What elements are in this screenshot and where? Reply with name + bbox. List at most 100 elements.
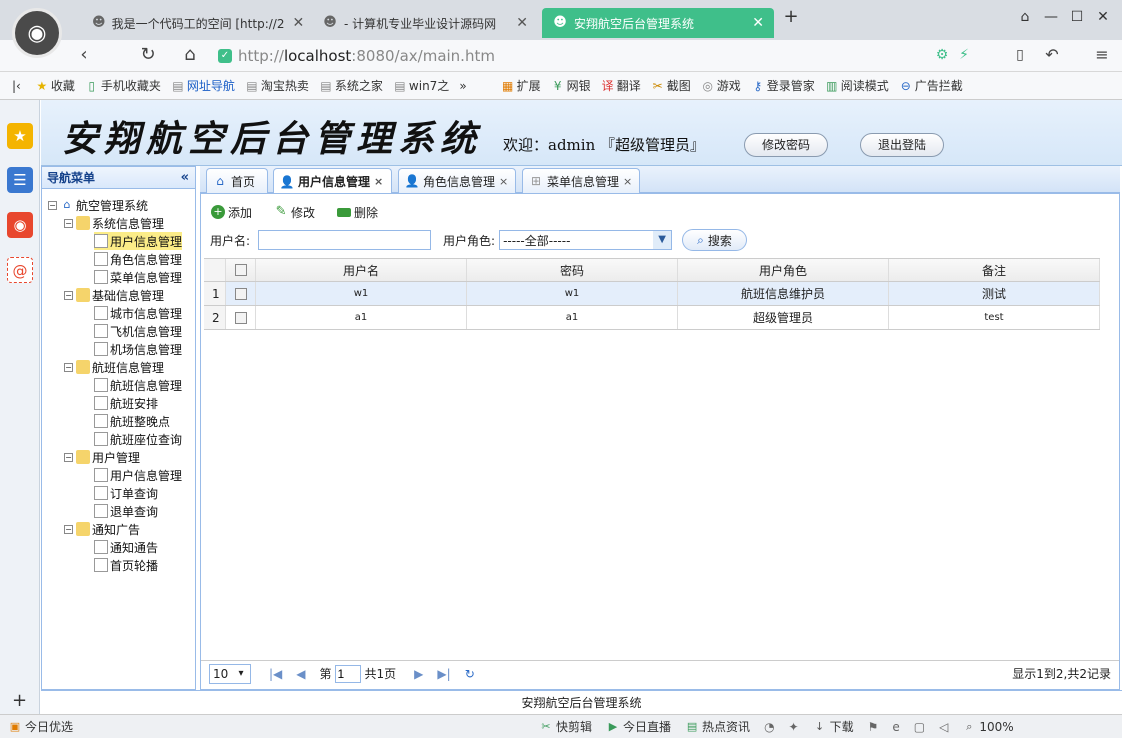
add-button[interactable]: + 添加	[211, 204, 252, 221]
page-size-select[interactable]: 10 ▾	[209, 663, 251, 684]
list-icon[interactable]: ☰	[7, 167, 33, 193]
browser-tab[interactable]: ☻ - 计算机专业毕业设计源码网 ✕	[312, 8, 538, 38]
undo-icon[interactable]: ↶	[1040, 43, 1064, 67]
delete-button[interactable]: 删除	[337, 204, 378, 221]
tree-item[interactable]: 角色信息管理	[94, 250, 182, 268]
bookmark-item[interactable]: ★ 收藏	[35, 77, 74, 94]
toolbar-item[interactable]: ◎ 游戏	[701, 77, 740, 94]
bookmark-item[interactable]: ▤ win7之	[393, 77, 449, 94]
username-input[interactable]	[258, 230, 432, 250]
tree-item[interactable]: 用户信息管理	[94, 466, 182, 484]
sidebar-toggle-icon[interactable]: |‹	[12, 79, 21, 93]
toolbar-item[interactable]: ⊖ 广告拦截	[899, 77, 963, 94]
tree-item[interactable]: 通知通告	[94, 538, 158, 556]
tree-item[interactable]: 航班信息管理	[94, 376, 182, 394]
status-item[interactable]: ▤ 热点资讯	[685, 718, 750, 735]
volume-icon[interactable]: ◁	[939, 720, 948, 734]
speed-icon[interactable]: ⚙	[930, 43, 954, 67]
add-icon[interactable]: +	[12, 690, 27, 711]
toolbar-item[interactable]: ▥ 阅读模式	[825, 77, 889, 94]
browser-avatar-icon[interactable]: ◉	[12, 8, 62, 58]
tree-item[interactable]: 菜单信息管理	[94, 268, 182, 286]
column-header-role[interactable]: 用户角色	[678, 259, 889, 281]
toolbar-item[interactable]: ✂ 截图	[651, 77, 691, 94]
lightning-icon[interactable]: ⚡	[952, 43, 976, 67]
flag-icon[interactable]: ⚑	[868, 720, 879, 734]
bookmark-item[interactable]: ▤ 网址导航	[171, 77, 235, 94]
window-icon[interactable]: ▢	[914, 720, 925, 734]
status-item[interactable]: ↓ 下载	[813, 718, 854, 735]
edit-button[interactable]: ✎ 修改	[274, 204, 315, 221]
next-page-icon[interactable]: ▶	[414, 667, 423, 681]
bookmark-item[interactable]: ▯ 手机收藏夹	[85, 77, 161, 94]
tree-group[interactable]: − 通知广告	[64, 520, 140, 538]
ie-icon[interactable]: e	[892, 720, 899, 734]
collapse-toggle-icon[interactable]: −	[64, 290, 73, 300]
column-header-password[interactable]: 密码	[467, 259, 678, 281]
toolbar-item[interactable]: 译翻译	[601, 77, 641, 94]
close-icon[interactable]: ×	[499, 175, 508, 188]
first-page-icon[interactable]: |◀	[269, 667, 282, 681]
tree-item[interactable]: 航班整晚点	[94, 412, 170, 430]
table-row[interactable]: 2 a1 a1 超级管理员 test	[204, 306, 1100, 330]
tree-item[interactable]: 城市信息管理	[94, 304, 182, 322]
search-button[interactable]: ⌕ 搜索	[682, 229, 747, 251]
close-icon[interactable]: ×	[623, 175, 632, 188]
tab-role-info[interactable]: 👤 角色信息管理 ×	[398, 168, 516, 193]
tree-item[interactable]: 订单查询	[94, 484, 158, 502]
tree-item[interactable]: 航班座位查询	[94, 430, 182, 448]
collapse-toggle-icon[interactable]: −	[64, 452, 73, 462]
mail-icon[interactable]: @	[7, 257, 33, 283]
close-icon[interactable]: ✕	[508, 15, 528, 31]
home-icon[interactable]: ⌂	[178, 43, 202, 67]
collapse-toggle-icon[interactable]: −	[64, 524, 73, 534]
weibo-icon[interactable]: ◉	[7, 212, 33, 238]
bookmark-item[interactable]: ▤ 系统之家	[319, 77, 383, 94]
menu-icon[interactable]: ≡	[1090, 43, 1114, 67]
prev-page-icon[interactable]: ◀	[296, 667, 305, 681]
browser-tab-active[interactable]: ☻ 安翔航空后台管理系统 ✕	[542, 8, 774, 38]
tab-home[interactable]: ⌂ 首页	[206, 168, 268, 193]
skin-icon[interactable]: ⌂	[1014, 6, 1036, 28]
bookmark-item[interactable]: ▤ 淘宝热卖	[245, 77, 309, 94]
timer-icon[interactable]: ◔	[764, 720, 774, 734]
toolbar-item[interactable]: ¥ 网银	[551, 77, 591, 94]
collapse-toggle-icon[interactable]: −	[48, 200, 57, 210]
row-checkbox[interactable]	[226, 282, 256, 305]
zoom-control[interactable]: ⌕ 100%	[962, 720, 1013, 734]
phone-icon[interactable]: ▯	[1008, 43, 1032, 67]
more-bookmarks-icon[interactable]: »	[459, 79, 466, 93]
tree-group[interactable]: − 基础信息管理	[64, 286, 164, 304]
tab-user-info[interactable]: 👤 用户信息管理 ×	[273, 168, 392, 194]
row-checkbox[interactable]	[226, 306, 256, 329]
toolbar-item[interactable]: ⚷ 登录管家	[751, 77, 814, 94]
tab-menu-info[interactable]: ⊞ 菜单信息管理 ×	[522, 168, 640, 193]
tree-item[interactable]: 用户信息管理	[94, 232, 183, 250]
status-item[interactable]: ✂ 快剪辑	[539, 718, 592, 735]
table-row[interactable]: 1 w1 w1 航班信息维护员 测试	[204, 282, 1100, 306]
tree-group[interactable]: − 系统信息管理	[64, 214, 164, 232]
new-tab-button[interactable]: +	[780, 6, 802, 28]
toolbar-item[interactable]: ▦ 扩展	[501, 77, 541, 94]
close-icon[interactable]: ✕	[744, 15, 764, 31]
back-icon[interactable]: ‹	[72, 43, 96, 67]
address-bar[interactable]: ✓ http:// localhost :8080/ax/main.htm	[218, 44, 918, 68]
page-number-input[interactable]	[334, 664, 361, 683]
role-select[interactable]: -----全部----- ▼	[499, 230, 673, 250]
browser-tab[interactable]: ☻ 我是一个代码工的空间 [http://2 ✕	[82, 8, 308, 38]
maximize-icon[interactable]: ☐	[1066, 6, 1088, 28]
tree-item[interactable]: 飞机信息管理	[94, 322, 182, 340]
last-page-icon[interactable]: ▶|	[437, 667, 450, 681]
column-header-username[interactable]: 用户名	[256, 259, 467, 281]
status-item[interactable]: ▣ 今日优选	[8, 718, 73, 735]
close-icon[interactable]: ✕	[284, 15, 304, 31]
window-close-icon[interactable]: ✕	[1092, 6, 1114, 28]
column-header-remark[interactable]: 备注	[889, 259, 1100, 281]
tree-group[interactable]: − 航班信息管理	[64, 358, 164, 376]
collapse-toggle-icon[interactable]: −	[64, 218, 73, 228]
tree-group[interactable]: − 用户管理	[64, 448, 140, 466]
favorites-star-icon[interactable]: ★	[7, 123, 33, 149]
reload-icon[interactable]: ↻	[136, 43, 160, 67]
tree-item[interactable]: 首页轮播	[94, 556, 158, 574]
minimize-icon[interactable]: —	[1040, 6, 1062, 28]
